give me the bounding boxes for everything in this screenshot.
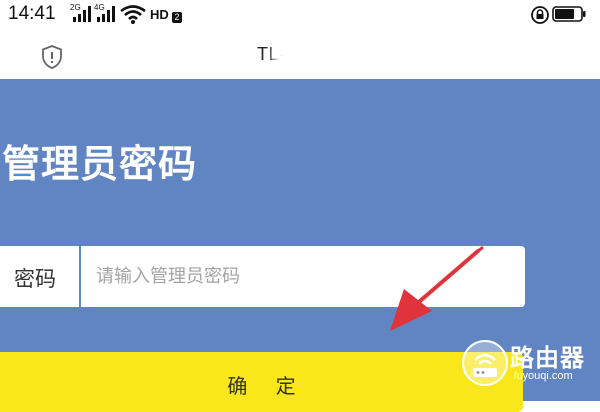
status-time: 14:41 [8, 3, 56, 24]
watermark-domain: luyouqi.com [514, 370, 573, 382]
watermark-name: 路由器 [510, 344, 585, 372]
lock-rotation-icon [531, 6, 549, 24]
watermark: 路由器 luyouqi.com [456, 334, 596, 394]
shield-alert-icon[interactable] [40, 44, 64, 70]
password-label: 密码 [14, 267, 56, 291]
confirm-button-label: 确 定 [227, 374, 296, 398]
hd-icon: HD 2 [150, 2, 182, 26]
signal-2g-icon: 2G [70, 3, 92, 24]
status-bar: 14:41 2G 4G HD 2 [0, 0, 600, 32]
signal-4g-icon: 4G [94, 3, 116, 24]
annotation-arrow-icon [390, 246, 484, 331]
router-logo-icon [462, 340, 508, 386]
wifi-icon [120, 5, 146, 24]
battery-icon [552, 6, 586, 22]
blurred-region [283, 42, 343, 72]
page-title: 管理员密码 [2, 142, 198, 186]
field-divider [79, 246, 81, 307]
confirm-button[interactable]: 确 定 [0, 352, 523, 412]
